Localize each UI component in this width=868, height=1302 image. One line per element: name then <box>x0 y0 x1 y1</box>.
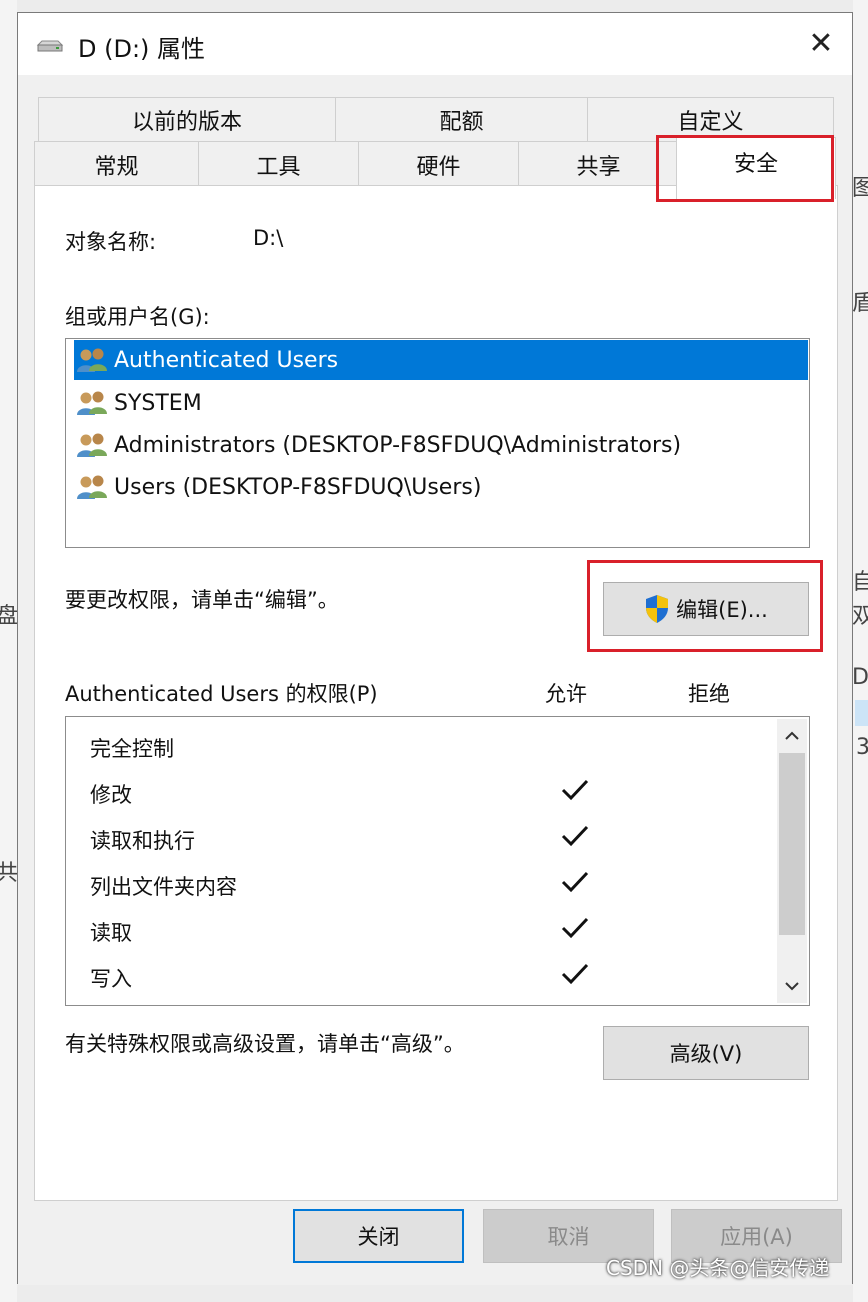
allow-check-icon <box>561 779 589 801</box>
group-users-label: 组或用户名(G): <box>65 305 210 329</box>
list-item-user[interactable]: Administrators (DESKTOP-F8SFDUQ\Administ… <box>74 425 808 465</box>
security-panel: 对象名称: D:\ 组或用户名(G): Authenticated Users … <box>34 185 838 1201</box>
background-window-left <box>0 0 17 1302</box>
background-text: 双 <box>852 604 868 629</box>
user-name: Users (DESKTOP-F8SFDUQ\Users) <box>114 474 482 500</box>
allow-check-icon <box>561 871 589 893</box>
allow-check-icon <box>561 825 589 847</box>
tab-tools[interactable]: 工具 <box>198 141 359 187</box>
users-group-icon <box>77 391 107 415</box>
permission-name: 完全控制 <box>90 737 174 761</box>
permissions-scrollbar[interactable] <box>777 719 807 1003</box>
tab-label: 以前的版本 <box>131 110 242 135</box>
background-text: D <box>852 665 868 690</box>
tab-label: 硬件 <box>416 154 461 180</box>
deny-column-header: 拒绝 <box>688 682 730 706</box>
tab-sharing[interactable]: 共享 <box>518 141 679 187</box>
allow-column-header: 允许 <box>545 682 587 706</box>
advanced-button-label: 高级(V) <box>669 1042 743 1066</box>
users-group-icon <box>77 433 107 457</box>
object-name-label: 对象名称: <box>65 230 157 254</box>
tab-label: 工具 <box>256 154 301 180</box>
permission-name: 读取和执行 <box>90 829 195 853</box>
list-item-user[interactable]: SYSTEM <box>74 383 808 423</box>
watermark: CSDN @头条@信安传递 <box>606 1256 830 1280</box>
permission-name: 写入 <box>90 967 132 991</box>
background-highlight <box>855 700 868 726</box>
permission-name: 读取 <box>90 921 132 945</box>
user-name: Administrators (DESKTOP-F8SFDUQ\Administ… <box>114 432 682 458</box>
permissions-list[interactable]: 完全控制 修改 读取和执行 列出文件夹内容 读取 写入 <box>65 716 810 1006</box>
title-bar: D (D:) 属性 ✕ <box>18 13 852 75</box>
background-text: 自 <box>852 570 868 595</box>
advanced-hint: 有关特殊权限或高级设置，请单击“高级”。 <box>65 1032 465 1056</box>
apply-button-label: 应用(A) <box>720 1225 793 1249</box>
tab-quota[interactable]: 配额 <box>335 97 588 143</box>
user-name: SYSTEM <box>114 390 202 416</box>
window-title: D (D:) 属性 <box>78 35 206 63</box>
tab-hardware[interactable]: 硬件 <box>358 141 519 187</box>
users-group-icon <box>77 475 107 499</box>
list-item-user[interactable]: Authenticated Users <box>74 340 808 380</box>
allow-check-icon <box>561 917 589 939</box>
users-listbox[interactable]: Authenticated Users SYSTEM Administrator… <box>65 338 810 548</box>
users-group-icon <box>77 348 107 372</box>
permissions-label: Authenticated Users 的权限(P) <box>65 682 378 706</box>
background-text: 盾 <box>852 291 868 316</box>
close-icon[interactable]: ✕ <box>790 13 852 73</box>
tab-label: 共享 <box>576 154 621 180</box>
tab-label: 配额 <box>439 110 484 135</box>
highlight-edit-button <box>587 560 823 652</box>
highlight-security-tab <box>656 135 834 202</box>
tab-general[interactable]: 常规 <box>34 141 199 187</box>
background-text: 图 <box>852 176 868 201</box>
permission-name: 修改 <box>90 783 132 807</box>
background-text: 3 <box>856 735 868 760</box>
close-button-label: 关闭 <box>357 1225 400 1249</box>
close-button[interactable]: 关闭 <box>293 1209 464 1263</box>
change-permissions-hint: 要更改权限，请单击“编辑”。 <box>65 588 339 612</box>
object-name-value: D:\ <box>253 226 284 250</box>
chevron-down-icon[interactable] <box>777 971 807 1001</box>
scrollbar-thumb[interactable] <box>779 753 805 935</box>
advanced-button[interactable]: 高级(V) <box>603 1026 809 1080</box>
permission-name: 列出文件夹内容 <box>90 875 237 899</box>
tab-previous-versions[interactable]: 以前的版本 <box>38 97 336 143</box>
list-item-user[interactable]: Users (DESKTOP-F8SFDUQ\Users) <box>74 467 808 507</box>
background-text: 盘 <box>0 604 19 629</box>
drive-icon <box>36 40 64 52</box>
user-name: Authenticated Users <box>114 347 339 373</box>
properties-dialog: D (D:) 属性 ✕ 以前的版本 配额 自定义 常规 工具 硬件 共享 安全 … <box>17 12 853 1285</box>
tab-label: 自定义 <box>677 110 744 135</box>
background-text: 共 <box>0 861 19 886</box>
chevron-up-icon[interactable] <box>777 721 807 751</box>
tab-label: 常规 <box>94 154 139 180</box>
cancel-button-label: 取消 <box>547 1225 590 1249</box>
allow-check-icon <box>561 963 589 985</box>
